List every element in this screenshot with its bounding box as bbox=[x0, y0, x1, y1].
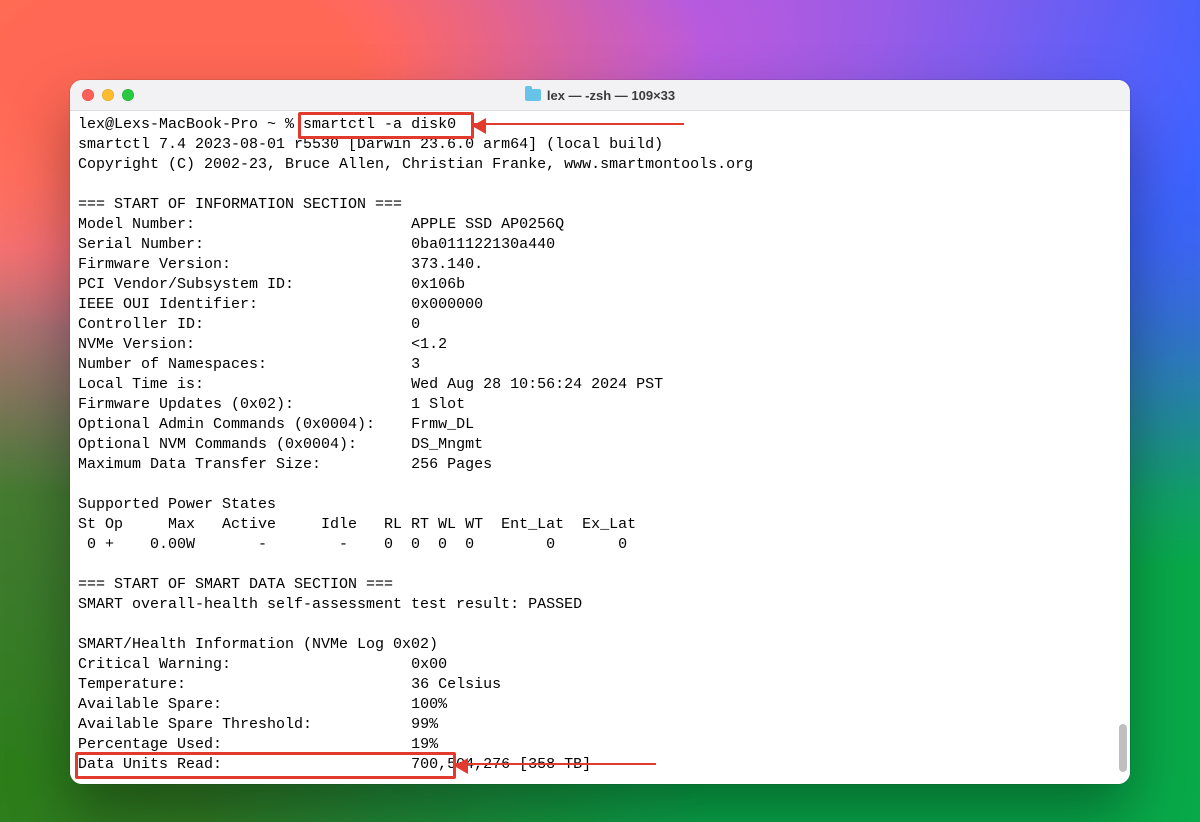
field-value: 373.140. bbox=[411, 256, 483, 273]
folder-icon bbox=[525, 89, 541, 101]
field-label: Controller ID: bbox=[78, 316, 411, 333]
field-value: <1.2 bbox=[411, 336, 447, 353]
field-value: Wed Aug 28 10:56:24 2024 PST bbox=[411, 376, 663, 393]
field-value: DS_Mngmt bbox=[411, 436, 483, 453]
table-header: St Op Max Active Idle RL RT WL WT Ent_La… bbox=[78, 516, 636, 533]
terminal-output[interactable]: lex@Lexs-MacBook-Pro ~ % smartctl -a dis… bbox=[78, 115, 1130, 775]
section-header: Supported Power States bbox=[78, 496, 276, 513]
field-label: Firmware Version: bbox=[78, 256, 411, 273]
field-value: Frmw_DL bbox=[411, 416, 474, 433]
terminal-window: lex — -zsh — 109×33 lex@Lexs-MacBook-Pro… bbox=[70, 80, 1130, 784]
smart-overall: SMART overall-health self-assessment tes… bbox=[78, 596, 582, 613]
field-value: 99% bbox=[411, 716, 438, 733]
field-label: Model Number: bbox=[78, 216, 411, 233]
field-label: Critical Warning: bbox=[78, 656, 411, 673]
shell-command: smartctl -a disk0 bbox=[303, 116, 456, 133]
section-header: === START OF INFORMATION SECTION === bbox=[78, 196, 402, 213]
field-value: 3 bbox=[411, 356, 420, 373]
zoom-icon[interactable] bbox=[122, 89, 134, 101]
field-label: Number of Namespaces: bbox=[78, 356, 411, 373]
field-value: 256 Pages bbox=[411, 456, 492, 473]
field-label: Percentage Used: bbox=[78, 736, 411, 753]
field-label: Available Spare Threshold: bbox=[78, 716, 411, 733]
field-label: IEEE OUI Identifier: bbox=[78, 296, 411, 313]
field-label: Data Units Read: bbox=[78, 756, 411, 773]
minimize-icon[interactable] bbox=[102, 89, 114, 101]
field-value: 0x00 bbox=[411, 656, 447, 673]
field-label: Optional Admin Commands (0x0004): bbox=[78, 416, 411, 433]
field-value: 0 bbox=[411, 316, 420, 333]
field-label: Local Time is: bbox=[78, 376, 411, 393]
field-value: 0x000000 bbox=[411, 296, 483, 313]
field-value: 0ba011122130a440 bbox=[411, 236, 555, 253]
field-value: 0x106b bbox=[411, 276, 465, 293]
field-label: Maximum Data Transfer Size: bbox=[78, 456, 411, 473]
field-value: 700,504,276 [358 TB] bbox=[411, 756, 591, 773]
field-label: Temperature: bbox=[78, 676, 411, 693]
terminal-body[interactable]: lex@Lexs-MacBook-Pro ~ % smartctl -a dis… bbox=[70, 111, 1130, 784]
field-label: Firmware Updates (0x02): bbox=[78, 396, 411, 413]
window-titlebar[interactable]: lex — -zsh — 109×33 bbox=[70, 80, 1130, 111]
close-icon[interactable] bbox=[82, 89, 94, 101]
scrollbar-thumb[interactable] bbox=[1119, 724, 1127, 772]
field-label: Available Spare: bbox=[78, 696, 411, 713]
field-label: PCI Vendor/Subsystem ID: bbox=[78, 276, 411, 293]
field-value: 36 Celsius bbox=[411, 676, 501, 693]
window-title: lex — -zsh — 109×33 bbox=[70, 88, 1130, 103]
window-controls bbox=[82, 89, 134, 101]
field-value: 1 Slot bbox=[411, 396, 465, 413]
section-header: === START OF SMART DATA SECTION === bbox=[78, 576, 393, 593]
window-title-text: lex — -zsh — 109×33 bbox=[547, 88, 675, 103]
section-header: SMART/Health Information (NVMe Log 0x02) bbox=[78, 636, 438, 653]
field-label: Serial Number: bbox=[78, 236, 411, 253]
table-row: 0 + 0.00W - - 0 0 0 0 0 0 bbox=[78, 536, 627, 553]
field-value: APPLE SSD AP0256Q bbox=[411, 216, 564, 233]
banner-line: Copyright (C) 2002-23, Bruce Allen, Chri… bbox=[78, 156, 753, 173]
banner-line: smartctl 7.4 2023-08-01 r5530 [Darwin 23… bbox=[78, 136, 663, 153]
field-label: NVMe Version: bbox=[78, 336, 411, 353]
shell-prompt: lex@Lexs-MacBook-Pro ~ % bbox=[78, 116, 303, 133]
field-value: 19% bbox=[411, 736, 438, 753]
field-label: Optional NVM Commands (0x0004): bbox=[78, 436, 411, 453]
field-value: 100% bbox=[411, 696, 447, 713]
